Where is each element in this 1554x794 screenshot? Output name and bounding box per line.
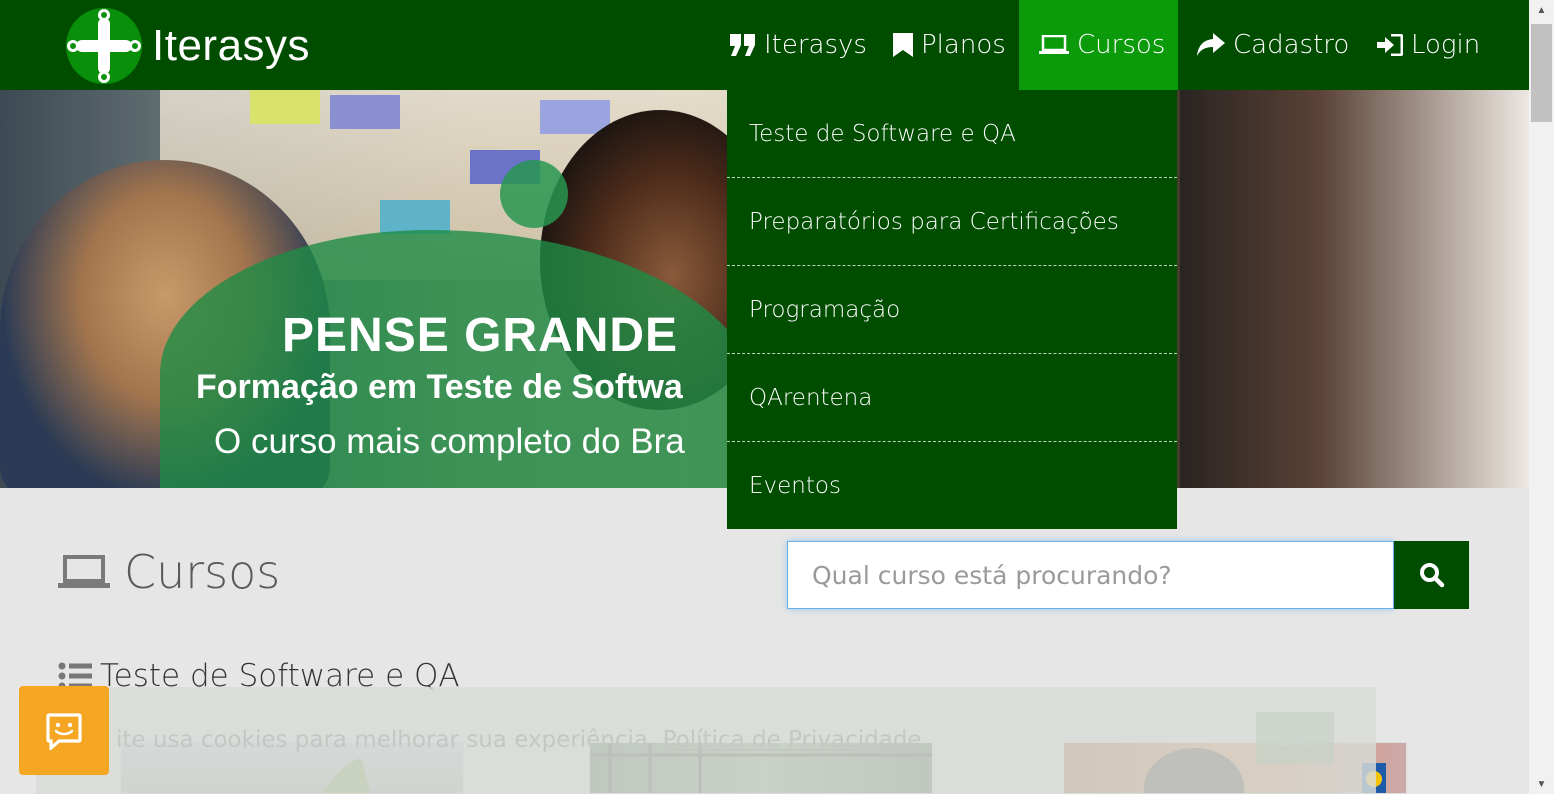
nav-item-cursos[interactable]: Cursos xyxy=(1019,0,1178,90)
hero-person-right xyxy=(1180,90,1529,488)
page-title-text: Cursos xyxy=(124,545,281,599)
dropdown-item-certificacoes[interactable]: Preparatórios para Certificações xyxy=(727,178,1177,266)
scroll-down-icon[interactable]: ▼ xyxy=(1529,774,1554,794)
cookie-message: ite usa cookies para melhorar sua experi… xyxy=(116,727,656,753)
page-title: Cursos xyxy=(58,545,280,599)
search-icon xyxy=(1419,562,1445,588)
nav-item-label: Cadastro xyxy=(1233,30,1350,60)
privacy-policy-link[interactable]: Política de Privacidade xyxy=(663,727,922,753)
scrollbar-thumb[interactable] xyxy=(1531,24,1552,122)
brand-logo[interactable]: Iterasys xyxy=(66,8,310,84)
laptop-icon xyxy=(1039,35,1069,55)
dropdown-item-qarentena[interactable]: QArentena xyxy=(727,354,1177,442)
nav-item-planos[interactable]: Planos xyxy=(893,0,1006,90)
cursos-dropdown-menu: Teste de Software e QA Preparatórios par… xyxy=(727,90,1177,529)
logo-icon xyxy=(66,8,142,84)
nav-item-cadastro[interactable]: Cadastro xyxy=(1197,0,1349,90)
nav-item-iterasys[interactable]: Iterasys xyxy=(730,0,867,90)
scroll-up-icon[interactable]: ▲ xyxy=(1529,0,1554,20)
hero-headline: PENSE GRANDE xyxy=(282,309,679,362)
top-navbar: Iterasys Iterasys Planos Cursos Cadastro… xyxy=(0,0,1529,90)
dropdown-item-eventos[interactable]: Eventos xyxy=(727,442,1177,530)
course-search xyxy=(787,541,1469,609)
cookie-accept-button[interactable]: Ok! xyxy=(1256,712,1334,764)
dropdown-item-teste-software[interactable]: Teste de Software e QA xyxy=(727,90,1177,178)
brand-name: Iterasys xyxy=(152,21,311,70)
nav-item-label: Login xyxy=(1411,30,1481,60)
hero-subheadline: Formação em Teste de Softwa xyxy=(196,368,683,406)
search-input[interactable] xyxy=(787,541,1394,609)
chat-icon xyxy=(45,712,83,750)
laptop-icon xyxy=(58,555,110,589)
nav-item-label: Iterasys xyxy=(764,30,867,60)
nav-item-label: Cursos xyxy=(1077,30,1166,60)
bookmark-icon xyxy=(893,33,913,57)
cookie-text: ite usa cookies para melhorar sua experi… xyxy=(116,727,922,753)
share-icon xyxy=(1197,33,1225,57)
hero-green-circle xyxy=(500,160,568,228)
dropdown-item-programacao[interactable]: Programação xyxy=(727,266,1177,354)
search-button[interactable] xyxy=(1394,541,1469,609)
hero-tagline: O curso mais completo do Bra xyxy=(214,422,685,461)
nav-item-label: Planos xyxy=(921,30,1006,60)
cookie-banner: ite usa cookies para melhorar sua experi… xyxy=(36,687,1376,794)
quote-icon xyxy=(730,34,756,56)
nav-item-login[interactable]: Login xyxy=(1377,0,1480,90)
sign-in-icon xyxy=(1377,34,1403,56)
chat-widget-button[interactable] xyxy=(19,686,109,775)
